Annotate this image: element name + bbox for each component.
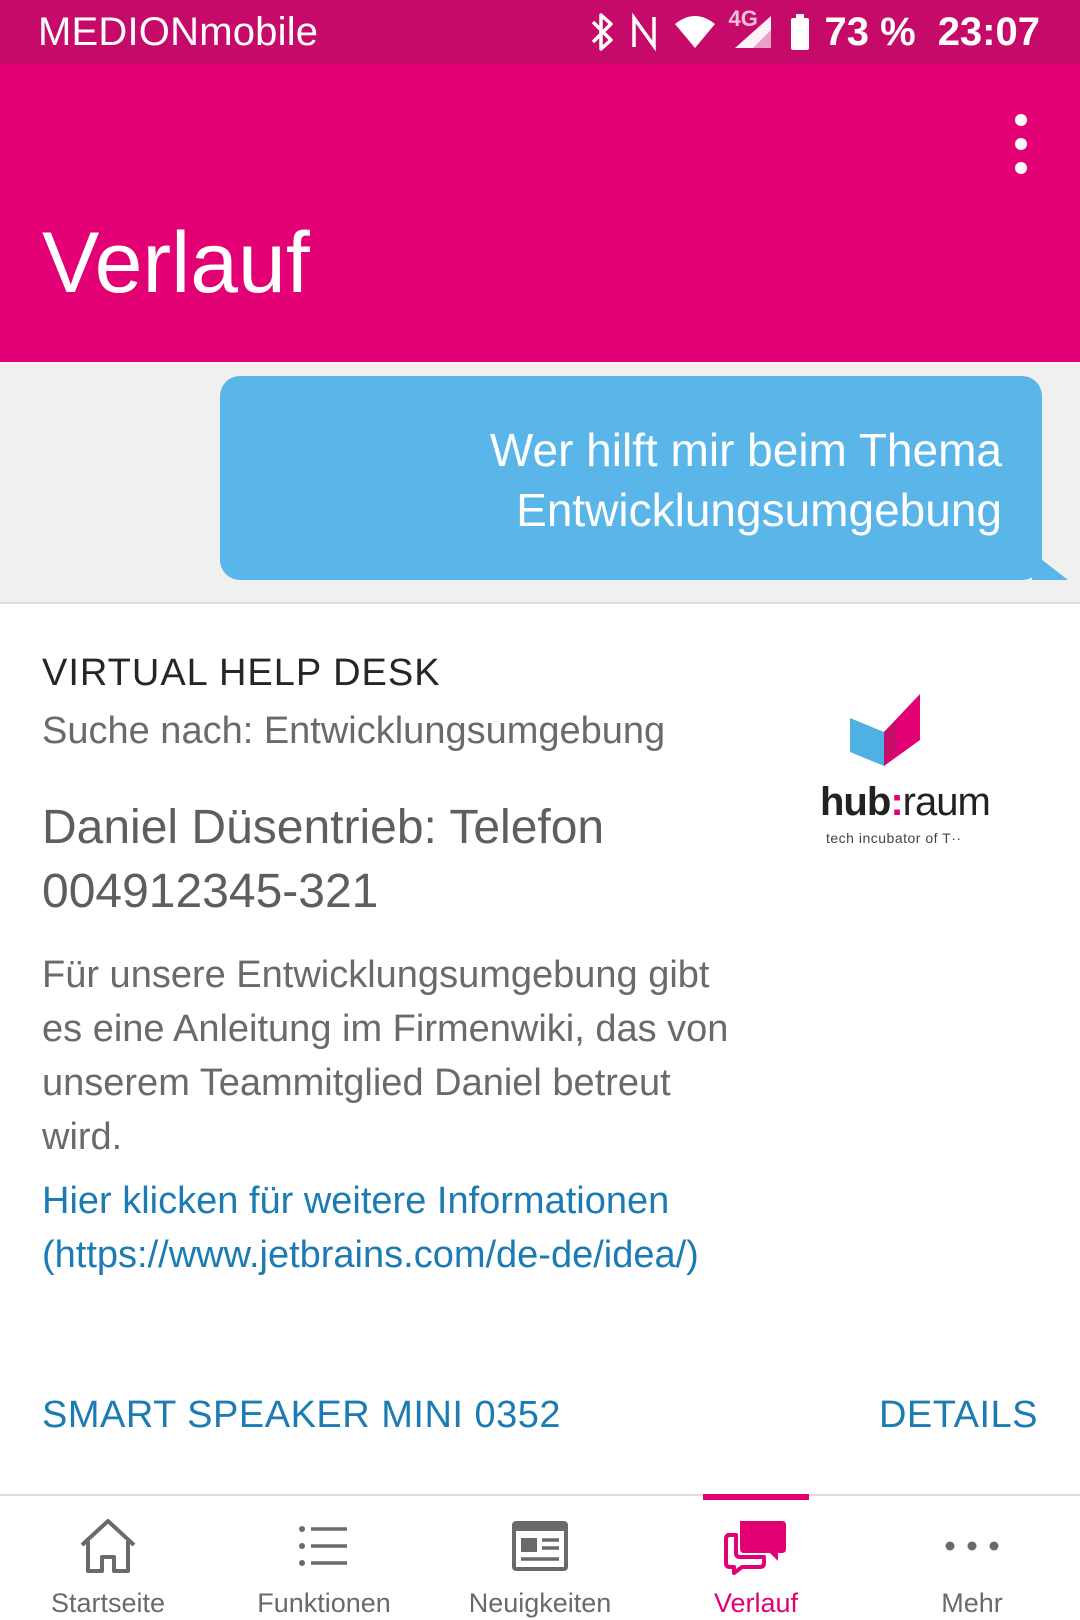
page-title: Verlauf: [42, 215, 310, 311]
clock: 23:07: [937, 9, 1040, 54]
card-headline: Daniel Düsentrieb: Telefon 004912345-321: [42, 801, 605, 918]
hubraum-logo-mark: [850, 694, 920, 766]
card-body: Für unsere Entwicklungsumgebung gibt es …: [42, 954, 729, 1158]
user-message-bubble: Wer hilft mir beim Thema Entwicklungsumg…: [220, 376, 1042, 580]
bottom-navigation: Startseite Funktionen Neuigkeiten Verlau…: [0, 1494, 1080, 1620]
battery-icon: [789, 12, 811, 52]
hubraum-wordmark: hub:raum: [820, 780, 991, 824]
battery-percent: 73 %: [824, 9, 916, 54]
4g-signal-icon: 4G: [729, 6, 775, 52]
nav-label-startseite: Startseite: [50, 1588, 166, 1618]
nav-item-startseite[interactable]: Startseite: [0, 1496, 216, 1620]
user-message-line-1: Wer hilft mir beim Thema: [489, 424, 1002, 476]
nav-item-mehr[interactable]: Mehr: [864, 1496, 1080, 1620]
nav-item-verlauf[interactable]: Verlauf: [648, 1496, 864, 1620]
nav-label-verlauf: Verlauf: [713, 1588, 799, 1618]
home-icon: [73, 1516, 143, 1576]
list-icon: [289, 1516, 359, 1576]
nav-label-mehr: Mehr: [941, 1588, 1003, 1618]
hubraum-logo: hub:raum tech incubator of T··: [820, 694, 1020, 864]
hubraum-tagline: tech incubator of T··: [826, 830, 962, 846]
more-info-link[interactable]: Hier klicken für weitere Informationen (…: [42, 1174, 742, 1282]
card-label: VIRTUAL HELP DESK: [42, 652, 441, 694]
news-icon: [505, 1516, 575, 1576]
app-bar: Verlauf: [0, 64, 1080, 362]
card-subtitle: Suche nach: Entwicklungsumgebung: [42, 710, 666, 752]
nav-label-neuigkeiten: Neuigkeiten: [468, 1588, 612, 1618]
overflow-menu-icon[interactable]: [1006, 114, 1036, 174]
user-message-line-2: Entwicklungsumgebung: [516, 484, 1002, 536]
details-button[interactable]: DETAILS: [879, 1394, 1038, 1437]
nav-label-funktionen: Funktionen: [257, 1588, 391, 1618]
chat-area: Wer hilft mir beim Thema Entwicklungsumg…: [0, 362, 1080, 604]
device-name: SMART SPEAKER MINI 0352: [42, 1394, 562, 1436]
bubble-tail: [1032, 552, 1068, 580]
wifi-icon: [673, 12, 717, 52]
nav-item-neuigkeiten[interactable]: Neuigkeiten: [432, 1496, 648, 1620]
response-card[interactable]: VIRTUAL HELP DESK Suche nach: Entwicklun…: [0, 604, 1080, 1494]
status-icons: 4G 73 % 23:07: [589, 6, 1040, 58]
status-bar: MEDIONmobile 4G 73 % 23:07: [0, 0, 1080, 64]
carrier-name: MEDIONmobile: [38, 10, 319, 54]
network-type-label: 4G: [728, 6, 758, 31]
more-dots-icon: [937, 1516, 1007, 1576]
bluetooth-icon: [589, 12, 615, 52]
chat-bubbles-icon: [721, 1516, 791, 1576]
nav-item-funktionen[interactable]: Funktionen: [216, 1496, 432, 1620]
nfc-icon: [629, 12, 659, 52]
